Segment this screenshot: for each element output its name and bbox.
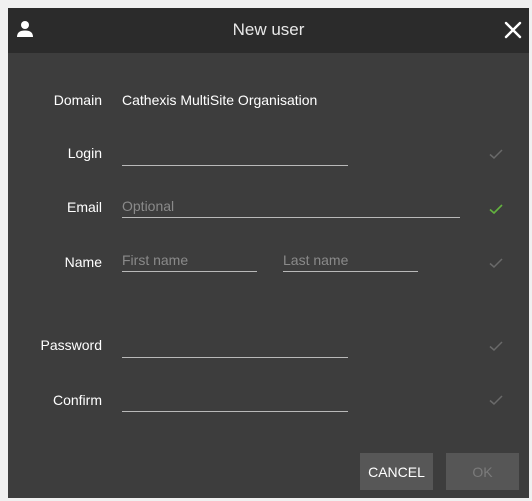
name-label: Name [64, 254, 102, 270]
last-name-input[interactable] [283, 249, 418, 272]
confirm-input[interactable] [122, 389, 348, 412]
dialog-titlebar: New user [8, 8, 529, 53]
dialog-title: New user [232, 20, 305, 39]
email-label: Email [66, 199, 102, 215]
email-check-icon [489, 204, 503, 215]
domain-value: Cathexis MultiSite Organisation [122, 92, 318, 108]
name-check-icon [489, 258, 503, 269]
confirm-label: Confirm [52, 392, 102, 408]
login-check-icon [489, 149, 503, 160]
login-input[interactable] [122, 143, 348, 166]
login-label: Login [67, 145, 102, 161]
close-icon[interactable] [502, 19, 524, 41]
confirm-check-icon [489, 395, 503, 406]
first-name-input[interactable] [122, 249, 257, 272]
password-label: Password [40, 337, 102, 353]
cancel-button[interactable]: CANCEL [360, 453, 433, 490]
domain-label: Domain [53, 92, 102, 108]
email-input[interactable] [122, 195, 460, 218]
ok-button[interactable]: OK [446, 453, 519, 490]
password-check-icon [489, 341, 503, 352]
new-user-dialog: New user Domain Cathexis MultiSite Organ… [8, 8, 529, 498]
password-input[interactable] [122, 335, 348, 358]
